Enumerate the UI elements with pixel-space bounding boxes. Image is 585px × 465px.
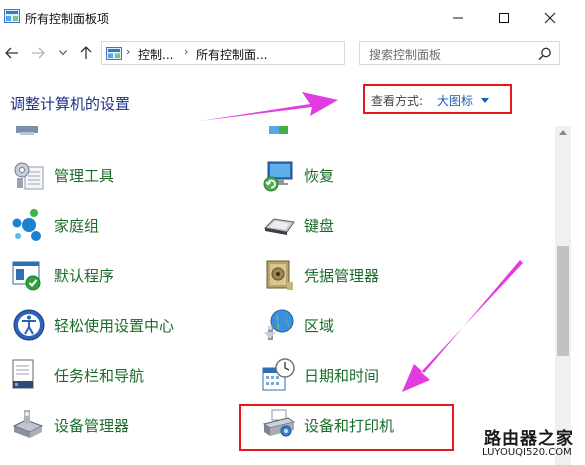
item-ease-of-access[interactable]: 轻松使用设置中心	[12, 306, 212, 346]
device-manager-icon	[12, 410, 44, 438]
partial-item-icon	[269, 126, 288, 134]
item-credential-manager[interactable]: 凭据管理器	[262, 256, 462, 296]
breadcrumb-all-items[interactable]: 所有控制面...	[196, 46, 267, 63]
arrow-right-icon	[32, 47, 45, 59]
page-heading: 调整计算机的设置	[10, 95, 131, 113]
default-programs-icon	[12, 261, 41, 291]
title-bar: 所有控制面板项	[0, 0, 585, 36]
forward-button[interactable]	[28, 40, 48, 66]
item-label: 凭据管理器	[304, 267, 380, 285]
vertical-scrollbar[interactable]	[555, 126, 571, 465]
credential-manager-icon	[266, 260, 293, 290]
maximize-icon	[499, 13, 509, 23]
close-button[interactable]	[527, 0, 573, 36]
homegroup-icon	[12, 209, 41, 241]
region-icon	[264, 309, 294, 340]
watermark: 路由器之家 LUYOUQI520.COM	[480, 424, 580, 462]
navigation-bar: › 控制... › 所有控制面... 搜索控制面板	[0, 38, 585, 68]
taskbar-icon	[12, 359, 34, 389]
ease-of-access-icon	[13, 309, 45, 341]
up-button[interactable]	[76, 40, 96, 66]
control-panel-icon	[106, 47, 122, 60]
search-box[interactable]: 搜索控制面板	[359, 41, 560, 65]
arrow-left-icon	[5, 47, 18, 59]
scrollbar-thumb[interactable]	[557, 246, 569, 356]
item-label: 日期和时间	[304, 367, 380, 385]
scroll-up-icon[interactable]	[559, 130, 567, 135]
highlight-box	[239, 404, 454, 451]
date-time-icon	[262, 358, 295, 391]
item-default-programs[interactable]: 默认程序	[12, 256, 212, 296]
keyboard-icon	[263, 218, 295, 235]
view-by-control: 查看方式: 大图标	[363, 84, 512, 114]
item-device-manager[interactable]: 设备管理器	[12, 406, 212, 446]
item-homegroup[interactable]: 家庭组	[12, 206, 212, 246]
item-label: 任务栏和导航	[54, 367, 145, 385]
search-icon[interactable]	[537, 46, 553, 62]
item-label: 管理工具	[54, 167, 115, 185]
arrow-to-view-by	[200, 92, 338, 121]
chevron-down-icon	[59, 50, 67, 56]
view-by-dropdown[interactable]: 大图标	[437, 92, 473, 109]
watermark-cn: 路由器之家	[484, 429, 574, 449]
item-taskbar-navigation[interactable]: 任务栏和导航	[12, 356, 212, 396]
item-label: 键盘	[304, 217, 335, 235]
maximize-button[interactable]	[481, 0, 527, 36]
minimize-button[interactable]	[435, 0, 481, 36]
breadcrumb-control-panel[interactable]: 控制...	[138, 46, 173, 63]
back-button[interactable]	[2, 40, 22, 66]
item-region[interactable]: 区域	[262, 306, 462, 346]
item-label: 恢复	[304, 167, 335, 185]
item-recovery[interactable]: 恢复	[262, 156, 462, 196]
window-title: 所有控制面板项	[25, 12, 110, 26]
item-label: 家庭组	[54, 217, 100, 235]
recovery-icon	[263, 161, 293, 192]
close-icon	[544, 12, 556, 24]
chevron-right-icon: ›	[184, 45, 189, 58]
control-panel-icon	[4, 9, 20, 23]
chevron-right-icon: ›	[126, 45, 131, 58]
caret-down-icon[interactable]	[481, 98, 489, 103]
minimize-icon	[453, 17, 463, 19]
item-label: 设备管理器	[54, 417, 130, 435]
partial-item-icon	[16, 126, 38, 135]
recent-locations-button[interactable]	[56, 40, 70, 66]
arrow-up-icon	[80, 46, 92, 59]
search-placeholder: 搜索控制面板	[369, 48, 442, 62]
item-admin-tools[interactable]: 管理工具	[12, 156, 212, 196]
view-by-label: 查看方式:	[371, 94, 424, 108]
watermark-en: LUYOUQI520.COM	[482, 447, 572, 458]
admin-tools-icon	[14, 162, 44, 190]
item-label: 区域	[304, 317, 335, 335]
item-label: 轻松使用设置中心	[54, 317, 175, 335]
address-bar[interactable]: › 控制... › 所有控制面...	[101, 41, 442, 65]
item-label: 默认程序	[54, 267, 115, 285]
item-date-time[interactable]: 日期和时间	[262, 356, 462, 396]
item-keyboard[interactable]: 键盘	[262, 206, 462, 246]
